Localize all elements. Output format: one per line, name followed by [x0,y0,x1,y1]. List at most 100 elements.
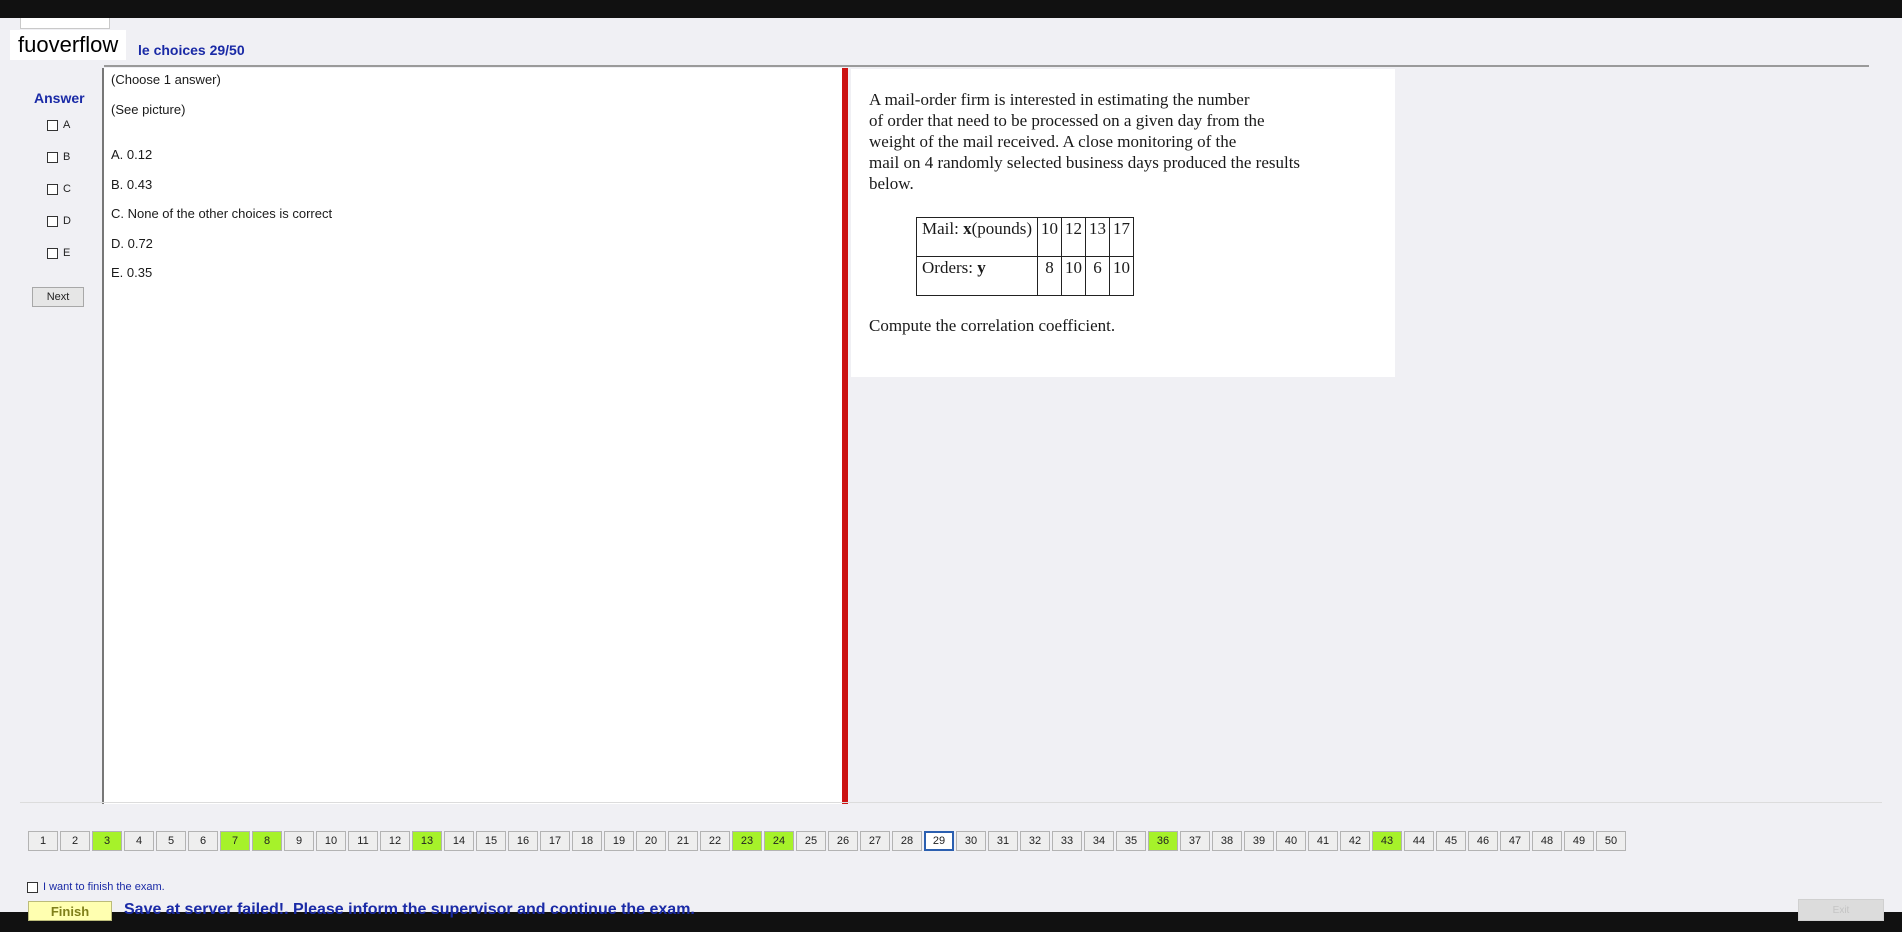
option-d-label: D [63,215,71,227]
option-e-label: E [63,247,71,259]
answer-heading: Answer [34,90,85,106]
table-row: Mail: x(pounds) 10 12 13 17 [915,217,1135,257]
option-e-checkbox[interactable] [47,247,58,259]
question-paragraph: A mail-order firm is interested in estim… [869,89,1389,194]
page-button-44[interactable]: 44 [1404,831,1434,851]
page-button-43[interactable]: 43 [1372,831,1402,851]
page-button-17[interactable]: 17 [540,831,570,851]
page-button-45[interactable]: 45 [1436,831,1466,851]
data-table: Mail: x(pounds) 10 12 13 17 Orders: y 8 … [915,217,1135,296]
page-button-42[interactable]: 42 [1340,831,1370,851]
page-button-26[interactable]: 26 [828,831,858,851]
page-button-5[interactable]: 5 [156,831,186,851]
option-b-checkbox[interactable] [47,151,58,163]
answer-column: Answer A B C D E Next [20,68,102,804]
page-button-30[interactable]: 30 [956,831,986,851]
option-a-label: A [63,119,71,131]
table-cell: 10 [1109,256,1135,296]
page-button-10[interactable]: 10 [316,831,346,851]
choice-c-text: C. None of the other choices is correct [111,206,333,221]
page-button-14[interactable]: 14 [444,831,474,851]
watermark: fuoverflow [10,30,127,60]
exam-window: fuoverflow le choices 29/50 Answer A B C… [0,18,1902,921]
page-button-35[interactable]: 35 [1116,831,1146,851]
option-d-checkbox[interactable] [47,215,58,227]
page-button-13[interactable]: 13 [412,831,442,851]
page-button-6[interactable]: 6 [188,831,218,851]
page-button-47[interactable]: 47 [1500,831,1530,851]
next-button[interactable]: Next [32,287,84,307]
page-button-32[interactable]: 32 [1020,831,1050,851]
page-button-25[interactable]: 25 [796,831,826,851]
page-button-46[interactable]: 46 [1468,831,1498,851]
table-cell: 6 [1085,256,1111,296]
question-line: of order that need to be processed on a … [869,111,1265,130]
table-cell: 12 [1061,217,1087,257]
option-d[interactable]: D [47,215,71,227]
table-cell: 13 [1085,217,1111,257]
page-button-38[interactable]: 38 [1212,831,1242,851]
page-button-4[interactable]: 4 [124,831,154,851]
page-button-36[interactable]: 36 [1148,831,1178,851]
page-button-16[interactable]: 16 [508,831,538,851]
page-button-23[interactable]: 23 [732,831,762,851]
question-image: A mail-order firm is interested in estim… [851,69,1395,377]
page-button-8[interactable]: 8 [252,831,282,851]
page-button-27[interactable]: 27 [860,831,890,851]
header-divider [104,65,1869,67]
page-button-15[interactable]: 15 [476,831,506,851]
page-button-39[interactable]: 39 [1244,831,1274,851]
option-a[interactable]: A [47,119,70,131]
choice-e-text: E. 0.35 [111,265,153,280]
question-line: A mail-order firm is interested in estim… [869,90,1250,109]
question-text-panel: (Choose 1 answer) (See picture) A. 0.12 … [102,68,844,804]
option-c[interactable]: C [47,183,71,195]
splitter-handle[interactable] [842,68,848,804]
page-button-24[interactable]: 24 [764,831,794,851]
page-button-19[interactable]: 19 [604,831,634,851]
status-message: Save at server failed!. Please inform th… [124,901,695,918]
page-button-22[interactable]: 22 [700,831,730,851]
option-e[interactable]: E [47,247,70,259]
page-button-21[interactable]: 21 [668,831,698,851]
exit-button[interactable]: Exit [1798,899,1884,921]
page-button-31[interactable]: 31 [988,831,1018,851]
question-prompt: Compute the correlation coefficient. [869,316,1116,335]
page-button-20[interactable]: 20 [636,831,666,851]
page-button-33[interactable]: 33 [1052,831,1082,851]
page-title: le choices 29/50 [138,42,245,58]
page-button-41[interactable]: 41 [1308,831,1338,851]
page-button-1[interactable]: 1 [28,831,58,851]
page-button-7[interactable]: 7 [220,831,250,851]
option-c-checkbox[interactable] [47,183,58,195]
finish-confirm-checkbox[interactable] [27,881,38,893]
row-label-orders: Orders: y [915,256,1039,296]
page-button-28[interactable]: 28 [892,831,922,851]
question-line: mail on 4 randomly selected business day… [869,153,1301,172]
page-button-48[interactable]: 48 [1532,831,1562,851]
page-button-11[interactable]: 11 [348,831,378,851]
page-button-50[interactable]: 50 [1596,831,1626,851]
top-tab[interactable] [20,18,110,29]
page-button-40[interactable]: 40 [1276,831,1306,851]
page-button-37[interactable]: 37 [1180,831,1210,851]
page-button-9[interactable]: 9 [284,831,314,851]
question-line: weight of the mail received. A close mon… [869,132,1237,151]
content-divider [20,802,1882,803]
option-b-label: B [63,151,71,163]
page-button-2[interactable]: 2 [60,831,90,851]
question-line: below. [869,174,914,193]
finish-button[interactable]: Finish [28,901,112,921]
page-button-3[interactable]: 3 [92,831,122,851]
page-button-34[interactable]: 34 [1084,831,1114,851]
finish-confirm[interactable]: I want to finish the exam. [27,881,165,893]
option-b[interactable]: B [47,151,70,163]
page-button-18[interactable]: 18 [572,831,602,851]
option-a-checkbox[interactable] [47,119,58,131]
table-cell: 10 [1061,256,1087,296]
page-button-29[interactable]: 29 [924,831,954,851]
page-button-12[interactable]: 12 [380,831,410,851]
page-button-49[interactable]: 49 [1564,831,1594,851]
table-cell: 8 [1037,256,1063,296]
choice-d-text: D. 0.72 [111,236,153,251]
